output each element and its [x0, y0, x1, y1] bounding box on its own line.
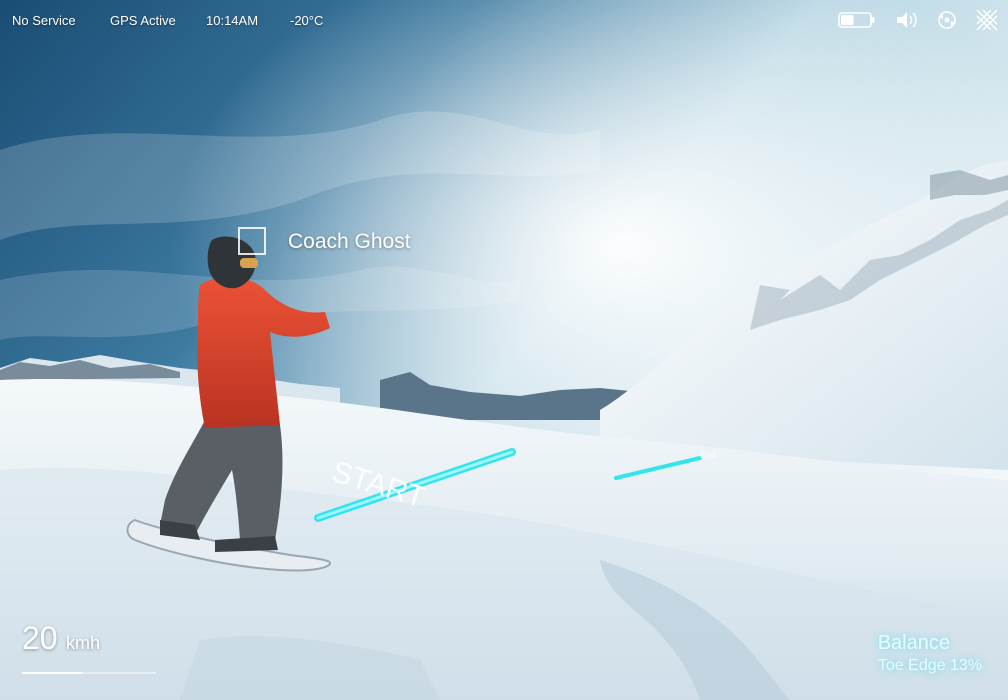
- rotate-icon[interactable]: [934, 8, 960, 37]
- volume-icon[interactable]: [894, 8, 920, 37]
- battery-icon: [838, 8, 876, 37]
- carrier-status: No Service: [12, 13, 76, 28]
- coach-ghost-label[interactable]: Coach Ghost: [288, 230, 411, 254]
- coach-ghost-checkbox[interactable]: [238, 227, 266, 255]
- status-bar: No Service GPS Active 10:14AM -20°C: [0, 0, 1008, 40]
- speed-unit: kmh: [66, 633, 101, 653]
- balance-title: Balance: [877, 632, 950, 654]
- speed-value: 20: [22, 620, 58, 656]
- grid-pattern-icon[interactable]: [974, 8, 1000, 37]
- gps-status: GPS Active: [110, 13, 176, 28]
- balance-value: Toe Edge 13%: [877, 657, 982, 674]
- temperature: -20°C: [290, 13, 324, 28]
- course-end-label: End: [700, 450, 716, 460]
- snow-mountain-scene: START End: [0, 0, 1008, 700]
- clock: 10:14AM: [206, 13, 259, 28]
- ar-viewport: START End No Service GPS Active 10:14AM …: [0, 0, 1008, 700]
- speed-bar: [22, 672, 156, 674]
- speed-bar-fill: [22, 672, 83, 674]
